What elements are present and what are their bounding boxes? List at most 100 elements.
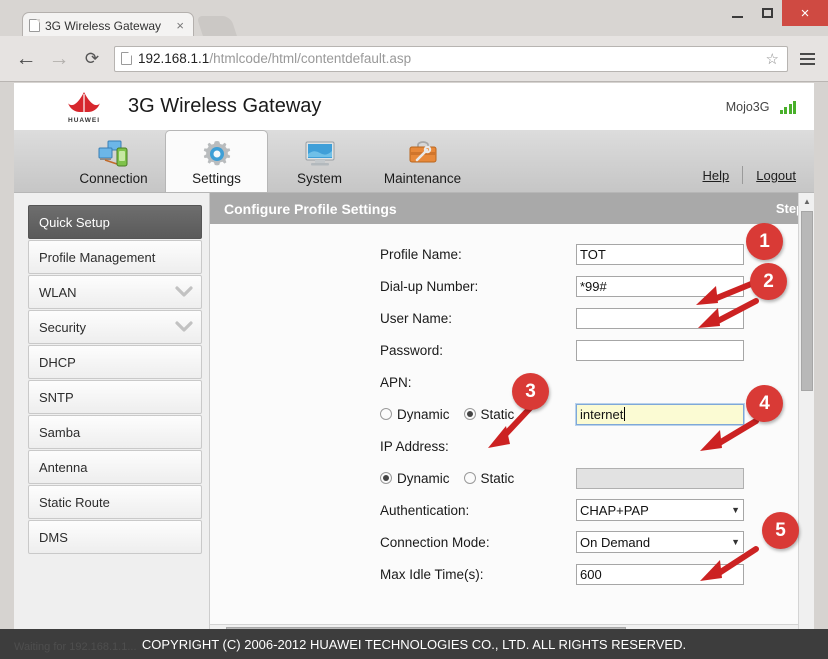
- url-text: 192.168.1.1/htmlcode/html/contentdefault…: [138, 51, 411, 66]
- panel-header: Configure Profile Settings Step: [210, 193, 814, 224]
- sidebar-item-wlan[interactable]: WLAN: [28, 275, 202, 309]
- sidebar: Quick Setup Profile Management WLAN Secu…: [14, 193, 210, 640]
- toolbox-icon: [408, 139, 438, 169]
- annotation-badge-3: 3: [512, 373, 549, 410]
- tab-label: System: [296, 171, 342, 186]
- vertical-scroll-thumb[interactable]: [801, 211, 813, 391]
- chevron-down-icon: ▼: [731, 505, 740, 515]
- sidebar-item-label: Quick Setup: [39, 214, 110, 230]
- browser-window: × 3G Wireless Gateway × ← → ⟳ 192.168.1.…: [0, 0, 828, 659]
- sidebar-item-dhcp[interactable]: DHCP: [28, 345, 202, 379]
- form-row-password: Password:: [210, 334, 814, 366]
- annotation-badge-2: 2: [750, 263, 787, 300]
- tab-label: Maintenance: [383, 171, 462, 186]
- sidebar-item-label: Security: [39, 319, 86, 335]
- tab-label: Settings: [192, 171, 241, 186]
- huawei-wordmark: HUAWEI: [68, 116, 100, 124]
- help-link[interactable]: Help: [702, 168, 729, 183]
- address-bar[interactable]: 192.168.1.1/htmlcode/html/contentdefault…: [114, 45, 788, 72]
- ip-address-label: IP Address:: [380, 438, 449, 454]
- vertical-scrollbar[interactable]: ▲ ▼: [798, 193, 814, 640]
- tab-settings[interactable]: Settings: [165, 130, 268, 192]
- tab-maintenance[interactable]: Maintenance: [371, 130, 474, 192]
- sidebar-item-label: DHCP: [39, 354, 76, 370]
- annotation-arrow-2: [698, 298, 759, 328]
- logout-link[interactable]: Logout: [756, 168, 796, 183]
- url-host: 192.168.1.1: [138, 51, 210, 66]
- close-icon[interactable]: ×: [173, 18, 187, 33]
- radio-icon: [380, 408, 392, 420]
- radio-label: Static: [480, 470, 515, 486]
- url-path: /htmlcode/html/contentdefault.asp: [209, 51, 412, 66]
- monitor-icon: [304, 139, 336, 169]
- app-title: 3G Wireless Gateway: [128, 95, 322, 117]
- ip-radio-dynamic[interactable]: Dynamic: [380, 471, 450, 486]
- panel-title: Configure Profile Settings: [224, 200, 397, 217]
- sidebar-item-sntp[interactable]: SNTP: [28, 380, 202, 414]
- reload-icon[interactable]: ⟳: [78, 45, 106, 73]
- sidebar-item-label: Samba: [39, 424, 81, 440]
- huawei-flower-icon: [68, 91, 100, 112]
- max-idle-time-label: Max Idle Time(s):: [380, 566, 484, 582]
- annotation-arrow-5: [700, 546, 759, 581]
- gear-icon: [202, 139, 232, 169]
- apn-input-value: internet: [580, 406, 624, 422]
- forward-icon[interactable]: →: [45, 45, 73, 73]
- text-caret: [624, 407, 626, 421]
- main-nav-tabs: Connection Settings System Maintenance H…: [14, 130, 814, 193]
- browser-toolbar: ← → ⟳ 192.168.1.1/htmlcode/html/contentd…: [0, 36, 828, 82]
- browser-tab[interactable]: 3G Wireless Gateway ×: [22, 12, 194, 38]
- authentication-select[interactable]: CHAP+PAP ▼: [576, 499, 744, 521]
- apn-radio-group: Dynamic Static: [380, 407, 576, 422]
- form-row-authentication: Authentication: CHAP+PAP ▼: [210, 494, 814, 526]
- annotation-badge-5: 5: [762, 512, 799, 549]
- radio-icon: [463, 472, 476, 484]
- tab-title: 3G Wireless Gateway: [45, 18, 162, 33]
- sidebar-item-static-route[interactable]: Static Route: [28, 485, 202, 519]
- scroll-up-icon[interactable]: ▲: [799, 193, 814, 209]
- tab-label: Connection: [79, 171, 148, 186]
- sidebar-item-antenna[interactable]: Antenna: [28, 450, 202, 484]
- radio-label: Dynamic: [397, 470, 450, 486]
- divider: [742, 166, 744, 184]
- sidebar-item-profile-management[interactable]: Profile Management: [28, 240, 202, 274]
- hamburger-menu-icon[interactable]: [794, 44, 820, 74]
- apn-radio-dynamic[interactable]: Dynamic: [380, 407, 450, 422]
- password-input[interactable]: [576, 339, 744, 361]
- ip-address-input: [576, 467, 744, 489]
- sidebar-item-security[interactable]: Security: [28, 310, 202, 344]
- huawei-logo: HUAWEI: [58, 90, 110, 124]
- copyright-text: COPYRIGHT (C) 2006-2012 HUAWEI TECHNOLOG…: [141, 636, 687, 652]
- new-tab-button[interactable]: [196, 16, 238, 38]
- ip-radio-static[interactable]: Static: [463, 470, 515, 486]
- network-computers-icon: [97, 139, 131, 169]
- back-icon[interactable]: ←: [12, 45, 40, 73]
- tab-system[interactable]: System: [268, 130, 371, 192]
- annotation-arrow-4: [700, 418, 759, 451]
- sidebar-item-dms[interactable]: DMS: [28, 520, 202, 554]
- authentication-value: CHAP+PAP: [580, 502, 649, 518]
- bookmark-star-icon[interactable]: ☆: [766, 50, 781, 68]
- connection-mode-value: On Demand: [580, 534, 651, 550]
- sidebar-item-label: WLAN: [39, 284, 77, 300]
- chevron-down-icon: [175, 320, 193, 335]
- sidebar-item-samba[interactable]: Samba: [28, 415, 202, 449]
- form-row-profile-name: Profile Name: TOT: [210, 238, 814, 270]
- profile-name-input[interactable]: TOT: [576, 243, 744, 265]
- sidebar-item-label: DMS: [39, 529, 68, 545]
- password-label: Password:: [380, 342, 444, 358]
- form-row-ip-address: Dynamic Static: [210, 462, 814, 494]
- sidebar-item-quick-setup[interactable]: Quick Setup: [28, 205, 202, 239]
- page-icon: [121, 52, 132, 65]
- sidebar-item-label: Profile Management: [39, 249, 156, 265]
- connection-mode-label: Connection Mode:: [380, 534, 490, 550]
- sidebar-item-label: Antenna: [39, 459, 88, 475]
- dialup-number-label: Dial-up Number:: [380, 278, 479, 294]
- annotation-badge-4: 4: [746, 385, 783, 422]
- tab-connection[interactable]: Connection: [62, 130, 165, 192]
- browser-titlebar: × 3G Wireless Gateway ×: [0, 0, 828, 38]
- radio-icon-selected: [463, 408, 476, 420]
- profile-name-label: Profile Name:: [380, 246, 462, 262]
- header-links: Help Logout: [702, 166, 796, 184]
- header-right: Mojo3G: [726, 100, 796, 114]
